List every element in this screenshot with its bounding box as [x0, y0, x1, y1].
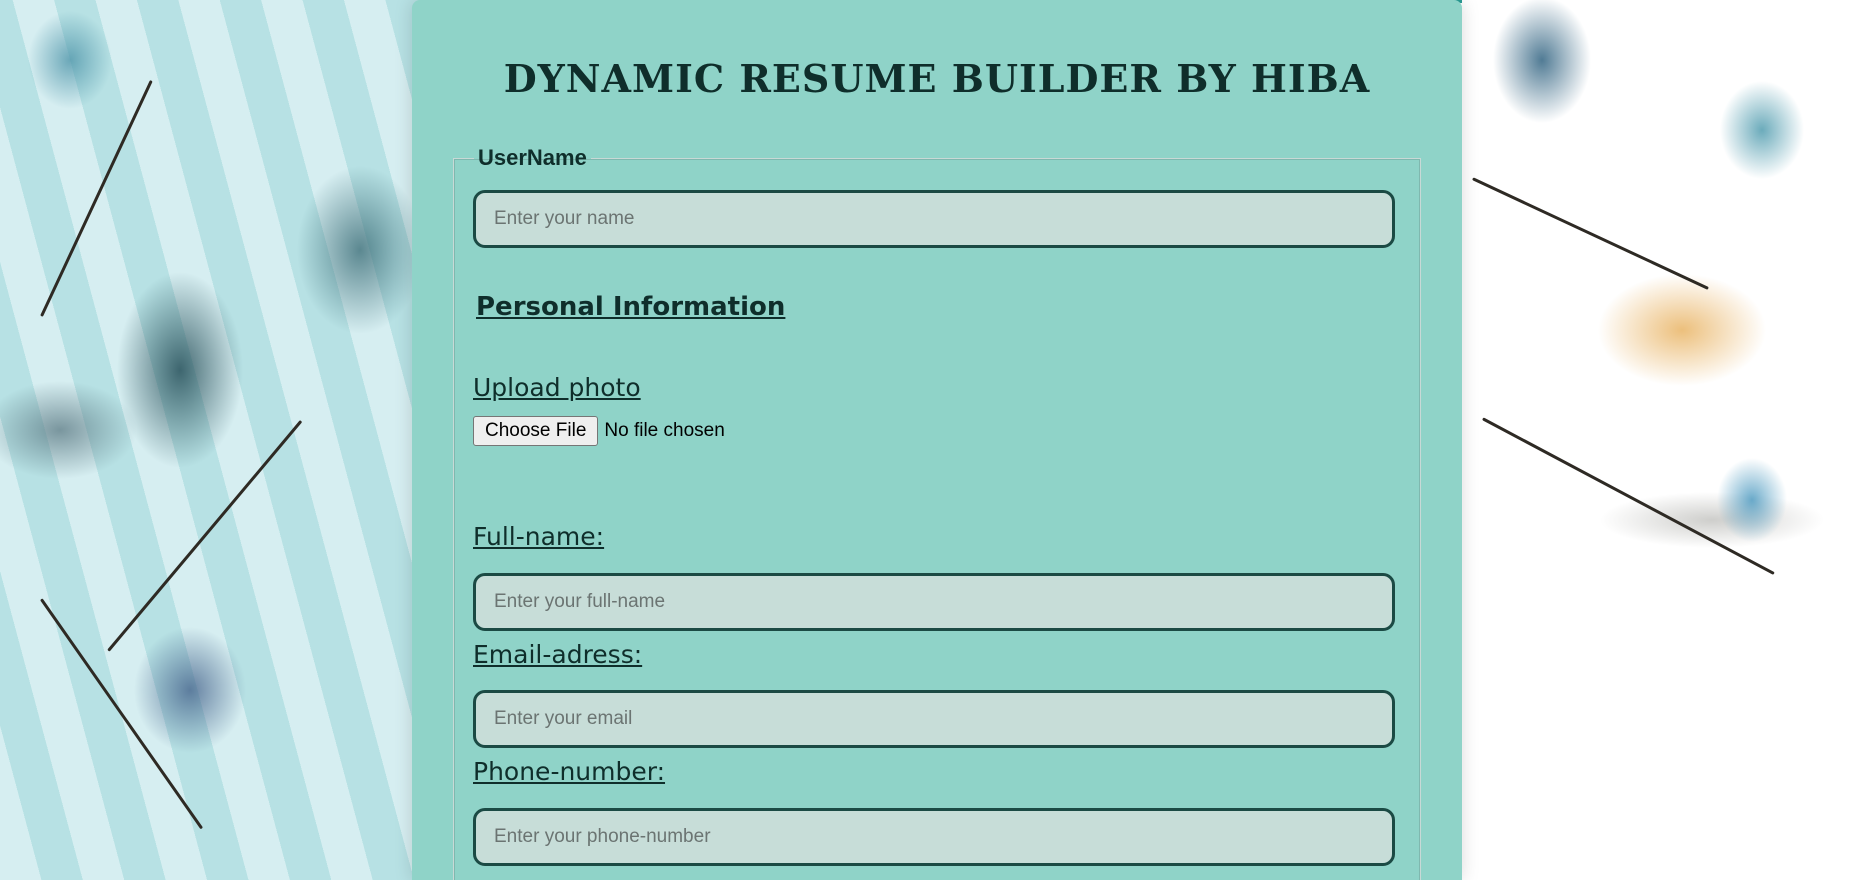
email-label: Email-adress:	[473, 640, 643, 669]
branch-decoration	[40, 80, 153, 317]
background-floral-left	[0, 0, 420, 880]
upload-photo-label: Upload photo	[473, 373, 641, 402]
email-input[interactable]	[473, 690, 1395, 748]
choose-file-button[interactable]: Choose File	[473, 416, 599, 446]
full-name-input[interactable]	[473, 573, 1395, 631]
background-floral-right	[1462, 0, 1873, 880]
phone-number-input[interactable]	[473, 808, 1395, 866]
username-legend: UserName	[478, 145, 587, 170]
branch-decoration	[107, 420, 303, 652]
photo-file-input: Choose File No file chosen	[473, 416, 725, 446]
page-title: DYNAMIC RESUME BUILDER BY HIBA	[503, 56, 1371, 101]
branch-decoration	[1472, 177, 1709, 290]
username-input[interactable]	[473, 190, 1395, 248]
resume-form-panel: DYNAMIC RESUME BUILDER BY HIBA UserName …	[412, 0, 1462, 880]
file-status-text: No file chosen	[604, 420, 725, 441]
branch-decoration	[1482, 417, 1775, 575]
personal-information-heading: Personal Information	[476, 292, 786, 322]
full-name-label: Full-name:	[473, 522, 605, 551]
phone-number-label: Phone-number:	[473, 757, 666, 786]
